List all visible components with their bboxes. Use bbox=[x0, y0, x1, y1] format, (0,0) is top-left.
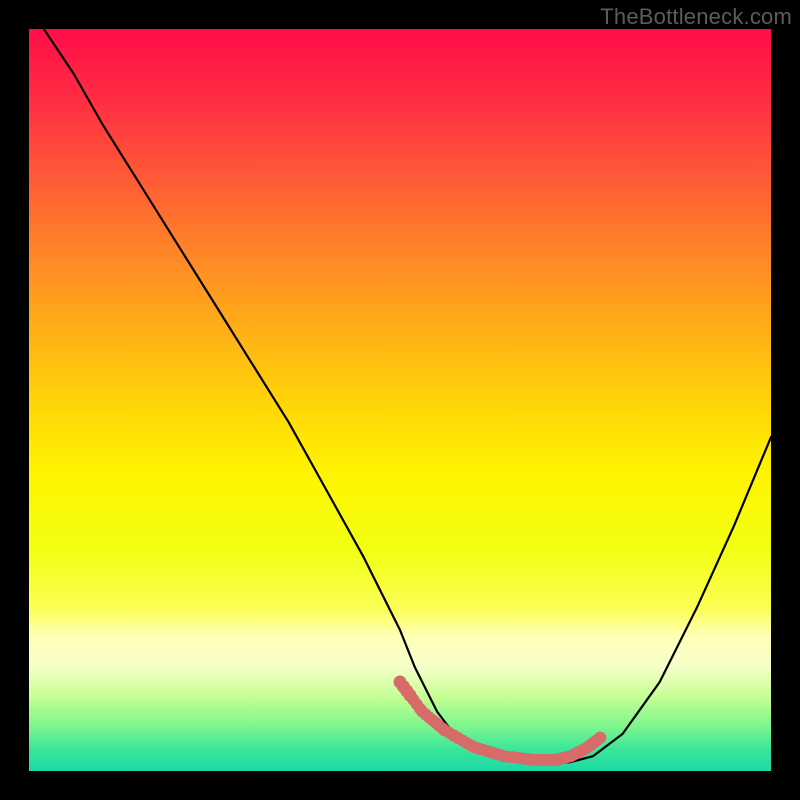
gradient-background bbox=[29, 29, 771, 771]
chart-frame: TheBottleneck.com bbox=[0, 0, 800, 800]
optimal-dot bbox=[594, 732, 606, 744]
plot-area bbox=[29, 29, 771, 771]
watermark-text: TheBottleneck.com bbox=[600, 4, 792, 30]
chart-svg bbox=[29, 29, 771, 771]
